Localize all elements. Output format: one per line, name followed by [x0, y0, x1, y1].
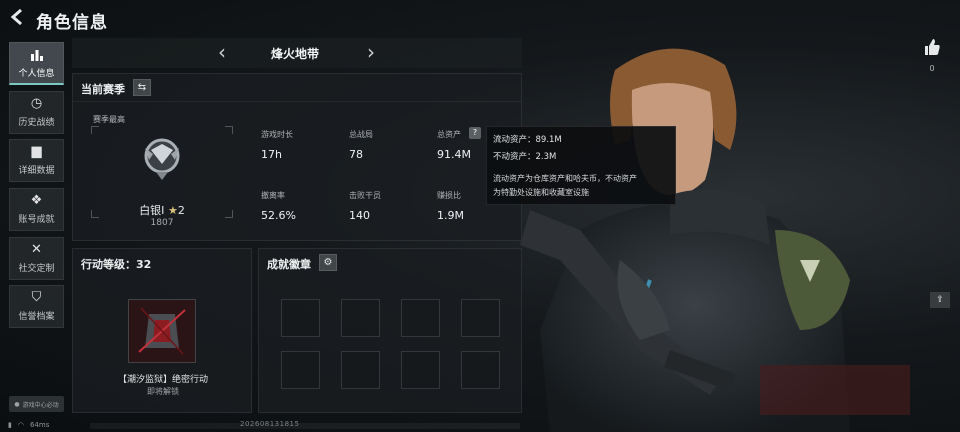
tooltip-desc-line: 为特勤处设施和收藏室设施: [493, 188, 589, 197]
sidebar-item-credit[interactable]: ⛉ 信誉档案: [9, 285, 64, 328]
stat-label: 撤离率: [261, 191, 285, 200]
like-count: 0: [929, 64, 935, 73]
status-bar: ▮ ◠ 64ms: [8, 419, 49, 431]
sidebar-item-detailed-data[interactable]: ▆ 详细数据: [9, 139, 64, 182]
signal-icon: ▮: [8, 421, 12, 429]
rank-box: 白银I ★2 1807: [91, 126, 233, 228]
badge-slot[interactable]: [461, 299, 500, 337]
stat-value: 78: [349, 148, 363, 161]
stat-total-matches: 总战局 78: [349, 129, 373, 161]
swap-season-button[interactable]: ⇆: [133, 79, 151, 96]
gear-icon: ⚙: [323, 257, 333, 268]
thumbs-up-icon: [925, 39, 940, 55]
corner-mark: [91, 126, 99, 134]
tooltip-desc-line: 流动资产为仓库资产和哈夫币，不动资产: [493, 174, 637, 183]
mission-status: 即将解锁: [147, 387, 179, 396]
stat-label: 击败干员: [349, 191, 381, 200]
assets-tooltip: 流动资产：89.1M 不动资产：2.3M 流动资产为仓库资产和哈夫币，不动资产 …: [486, 126, 676, 205]
sidebar-item-social[interactable]: ✕ 社交定制: [9, 237, 64, 280]
tooltip-description: 流动资产为仓库资产和哈夫币，不动资产 为特勤处设施和收藏室设施: [493, 172, 669, 200]
clock-icon: ◷: [30, 96, 43, 111]
ping-value: 64ms: [29, 421, 50, 429]
shield-icon: ⛉: [31, 290, 42, 305]
badge-slot[interactable]: [341, 299, 380, 337]
mission-name: 【潮汐监狱】绝密行动: [117, 375, 208, 385]
voice-button[interactable]: ● 游戏中心必动: [9, 396, 64, 412]
stat-label: 赚损比: [437, 191, 461, 200]
page-title: 角色信息: [36, 13, 108, 33]
chevron-left-icon[interactable]: ‹: [212, 40, 232, 64]
level-panel-title: 行动等级：32: [81, 258, 152, 271]
help-icon[interactable]: ?: [469, 127, 481, 139]
share-button[interactable]: ⇪: [930, 292, 950, 308]
stat-play-time: 游戏时长 17h: [261, 129, 293, 161]
stat-label: 游戏时长: [261, 130, 293, 139]
rank-emblem-icon: [144, 138, 180, 180]
badge-icon: ❖: [30, 193, 43, 208]
swap-icon: ⇆: [137, 82, 147, 93]
build-id: 20260813181​5: [240, 420, 300, 428]
bottom-strip: [90, 423, 520, 429]
season-best-label: 赛季最高: [93, 115, 125, 124]
sidebar-item-label: 社交定制: [18, 264, 55, 274]
stat-extract-rate: 撤离率 52.6%: [261, 190, 296, 222]
badge-slot[interactable]: [281, 351, 320, 389]
tooltip-liquid-assets: 流动资产：89.1M: [493, 135, 562, 145]
back-arrow-icon: [10, 8, 22, 26]
voice-label: 游戏中心必动: [22, 401, 59, 409]
mic-icon: ●: [14, 400, 20, 408]
badge-slot[interactable]: [401, 351, 440, 389]
stat-value: 17h: [261, 148, 282, 161]
badge-slot[interactable]: [461, 351, 500, 389]
back-button[interactable]: [8, 8, 30, 30]
sidebar-item-label: 详细数据: [18, 166, 55, 176]
season-panel-title: 当前赛季: [81, 83, 125, 96]
wifi-icon: ◠: [17, 421, 24, 429]
like-button[interactable]: [920, 38, 944, 60]
tooltip-fixed-assets: 不动资产：2.3M: [493, 152, 557, 162]
character-portrait: [520, 48, 910, 432]
stat-label: 总资产: [437, 130, 461, 139]
stat-label: 总战局: [349, 130, 373, 139]
sidebar-item-label: 个人信息: [18, 68, 55, 79]
share-icon: ⇪: [936, 295, 944, 305]
rank-stars: 2: [177, 204, 185, 217]
stat-value: 52.6%: [261, 209, 296, 222]
level-panel: 行动等级：32 【潮汐监狱】绝密行动 即将解锁: [72, 248, 252, 413]
stat-value: 140: [349, 209, 370, 222]
stat-kills: 击败干员 140: [349, 190, 381, 222]
tools-icon: ✕: [31, 242, 42, 257]
rank-tier: 白银I: [139, 204, 165, 217]
mission-card[interactable]: [128, 299, 196, 363]
corner-mark: [225, 126, 233, 134]
badge-slot[interactable]: [281, 299, 320, 337]
achievement-panel: 成就徽章 ⚙: [258, 248, 522, 413]
sidebar-item-label: 信誉档案: [18, 312, 55, 322]
divider: [73, 101, 521, 102]
badge-slot[interactable]: [401, 299, 440, 337]
stat-total-assets: 总资产 91.4M: [437, 129, 471, 161]
sidebar-item-label: 账号成就: [18, 215, 55, 225]
stat-profit-ratio: 赚损比 1.9M: [437, 190, 464, 222]
achievement-settings-button[interactable]: ⚙: [319, 254, 337, 271]
star-icon: ★: [167, 204, 178, 217]
stat-value: 91.4M: [437, 148, 471, 161]
badge-slot[interactable]: [341, 351, 380, 389]
chevron-right-icon[interactable]: ›: [361, 40, 381, 64]
mission-icon: [129, 300, 195, 362]
rank-name: 白银I ★2: [91, 202, 233, 218]
bar-chart-icon: [30, 48, 44, 62]
rank-points: 1807: [150, 218, 174, 228]
sidebar-item-personal-info[interactable]: 个人信息: [9, 42, 64, 85]
achievement-panel-title: 成就徽章: [267, 258, 311, 271]
stat-value: 1.9M: [437, 209, 464, 222]
sidebar-item-achievements[interactable]: ❖ 账号成就: [9, 188, 64, 231]
mode-name: 烽火地带: [270, 47, 319, 61]
season-panel: 当前赛季 ⇆ 赛季最高 白银I ★2 1807 游戏时长 17h 总战局 78 …: [72, 73, 522, 241]
sidebar-item-label: 历史战绩: [18, 118, 55, 128]
folder-icon: ▆: [31, 144, 42, 159]
sidebar-item-history[interactable]: ◷ 历史战绩: [9, 91, 64, 134]
